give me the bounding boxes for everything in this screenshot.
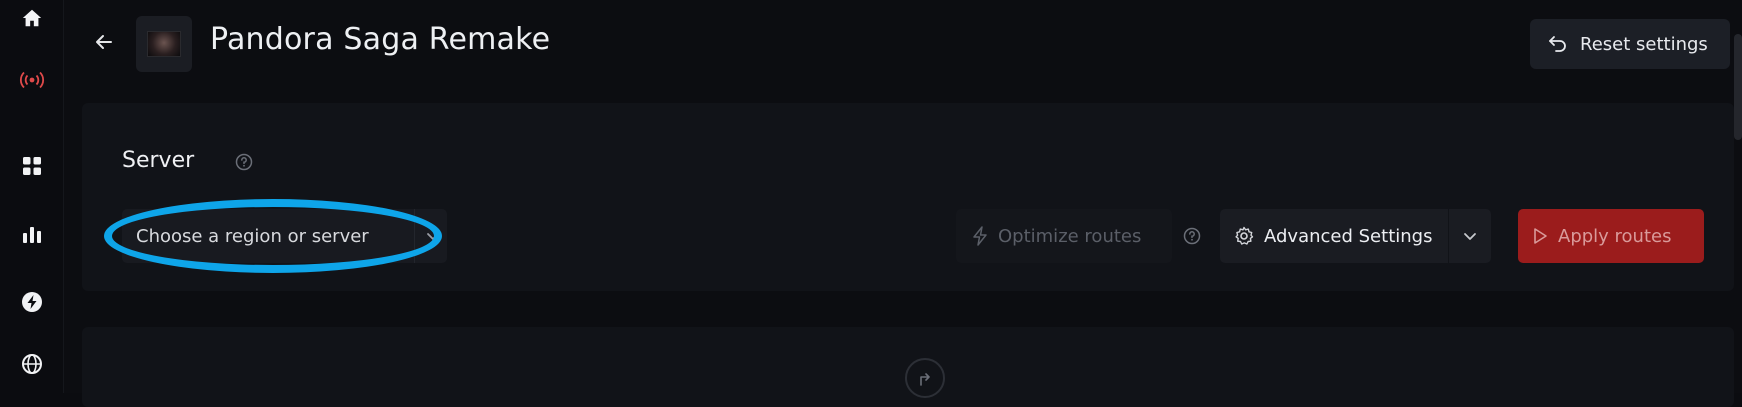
scrollbar[interactable] [1734,34,1742,140]
page-title: Pandora Saga Remake [210,22,551,57]
section-title: Server [122,148,195,173]
sidebar-item-network[interactable] [0,346,64,382]
undo-icon [1549,36,1566,52]
sidebar [0,0,64,393]
arrow-left-icon [96,35,112,49]
sidebar-item-boost[interactable] [0,284,64,320]
optimize-help-icon[interactable] [1183,227,1201,245]
lightning-outline-icon [973,226,987,246]
apply-routes-button[interactable]: Apply routes [1518,209,1704,263]
server-panel: Server Choose a region or server Optimiz… [82,103,1734,291]
advanced-settings-label: Advanced Settings [1264,225,1433,247]
reset-settings-button[interactable]: Reset settings [1530,19,1730,69]
route-arrow-icon [920,373,930,386]
chevron-down-icon [427,233,439,240]
advanced-settings-dropdown[interactable] [1449,209,1491,263]
reset-settings-label: Reset settings [1580,33,1708,55]
broadcast-icon [20,71,44,89]
lightning-icon [22,292,42,312]
back-button[interactable] [88,26,120,58]
play-icon [1534,228,1547,244]
globe-icon [22,354,42,374]
bar-chart-icon [23,227,41,243]
optimize-routes-button[interactable]: Optimize routes [956,209,1172,263]
sidebar-item-home[interactable] [0,0,64,36]
route-icon [905,358,945,398]
grid-icon [23,157,41,175]
optimize-routes-label: Optimize routes [998,225,1142,247]
main-content: Pandora Saga Remake Reset settings Serve… [64,0,1742,407]
gear-icon [1235,226,1254,245]
routes-panel [82,327,1734,407]
chevron-down-icon [1464,233,1476,240]
apply-routes-label: Apply routes [1558,225,1672,247]
help-icon[interactable] [235,153,253,171]
region-select-placeholder: Choose a region or server [136,225,369,247]
sidebar-item-stats[interactable] [0,216,64,252]
advanced-settings-button[interactable]: Advanced Settings [1220,209,1448,263]
sidebar-item-dashboard[interactable] [0,148,64,184]
game-thumbnail [136,16,192,72]
divider [414,209,415,263]
sidebar-item-connection[interactable] [0,62,64,98]
region-select[interactable]: Choose a region or server [122,209,447,263]
game-cover-image [147,31,181,57]
home-icon [22,9,42,27]
